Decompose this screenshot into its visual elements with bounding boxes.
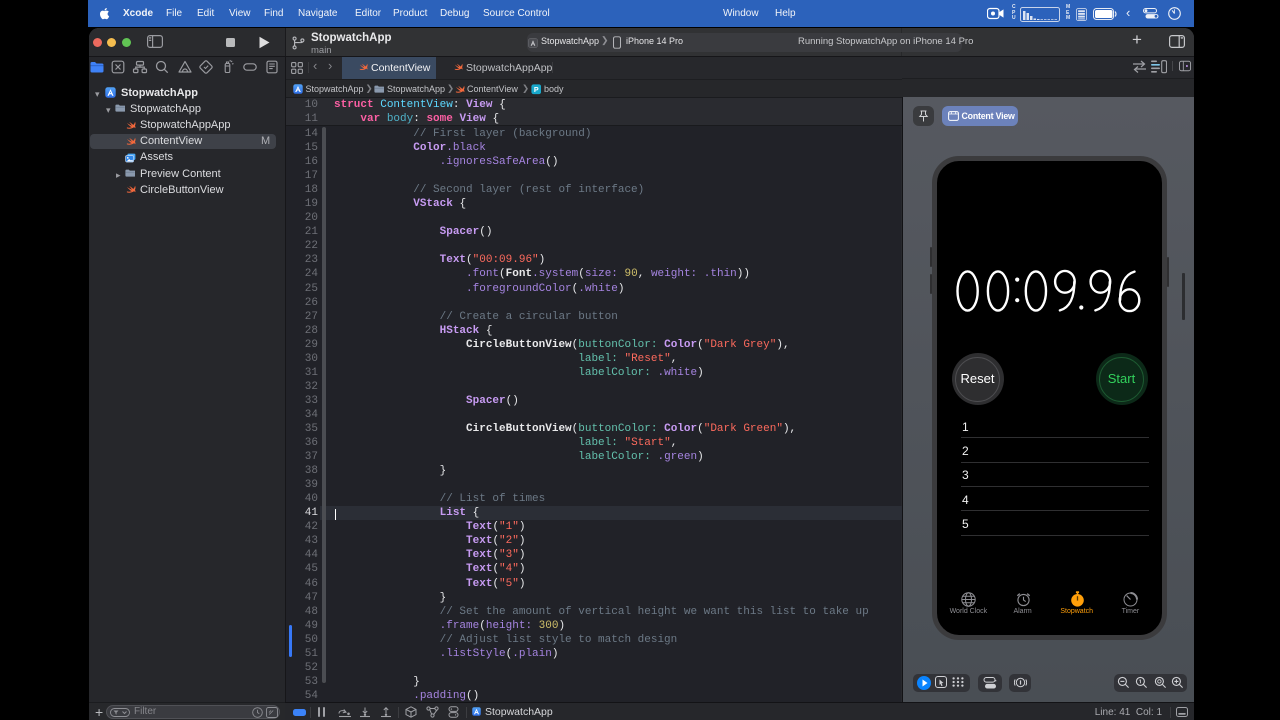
svg-text:P: P (533, 86, 538, 94)
